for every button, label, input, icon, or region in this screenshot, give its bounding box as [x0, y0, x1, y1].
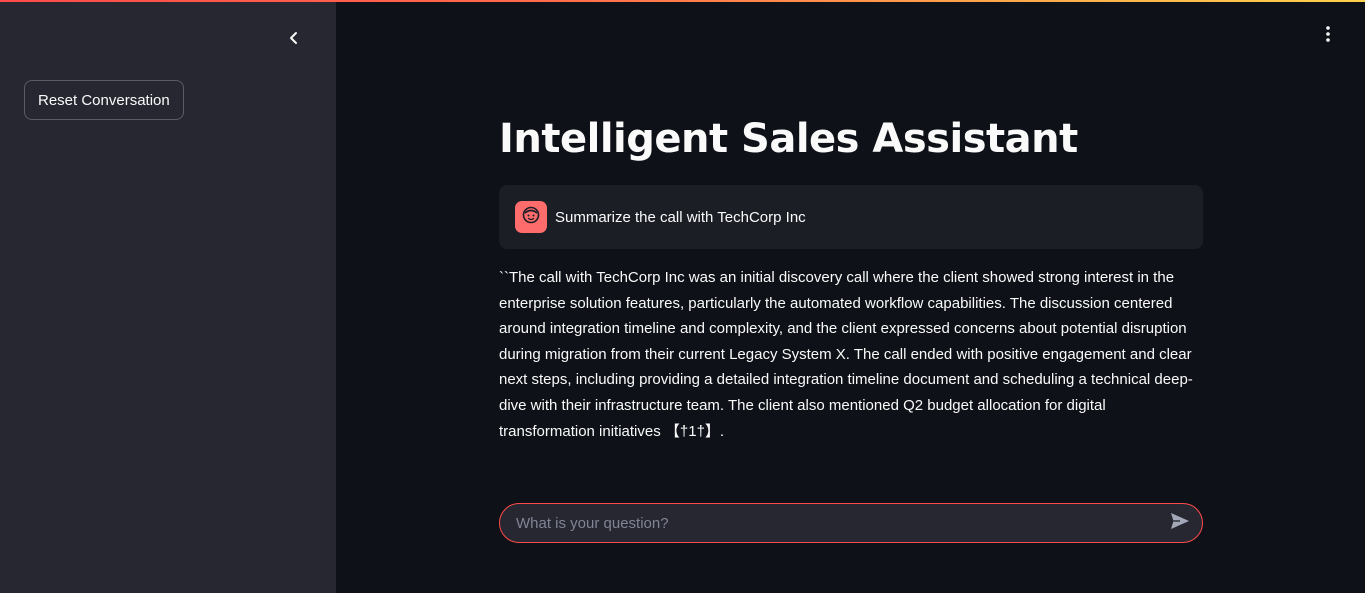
top-decoration-bar: [0, 0, 1365, 2]
send-button[interactable]: [1160, 504, 1200, 542]
collapse-sidebar-button[interactable]: [282, 28, 306, 52]
user-avatar: [515, 201, 547, 233]
chat-input[interactable]: [500, 504, 1160, 542]
chevron-left-icon: [286, 30, 302, 51]
send-icon: [1170, 512, 1190, 535]
sidebar: Reset Conversation: [0, 0, 336, 593]
chat-input-container: [499, 503, 1203, 543]
user-face-icon: [521, 205, 541, 230]
assistant-message-text: ``The call with TechCorp Inc was an init…: [499, 269, 1193, 440]
main-content: Intelligent Sales Assistant Summarize th…: [499, 0, 1203, 593]
main-menu-button[interactable]: [1316, 24, 1340, 48]
page-title: Intelligent Sales Assistant: [499, 116, 1078, 162]
user-chat-message: Summarize the call with TechCorp Inc: [499, 185, 1203, 249]
kebab-menu-icon: [1325, 25, 1331, 48]
reset-conversation-button[interactable]: Reset Conversation: [24, 80, 184, 120]
user-message-text: Summarize the call with TechCorp Inc: [555, 208, 806, 226]
